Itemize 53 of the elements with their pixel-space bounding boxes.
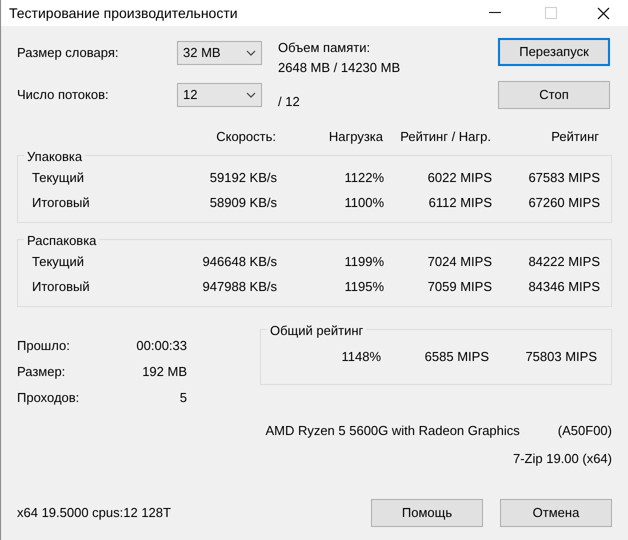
rating-value: 67583 MIPS — [527, 169, 600, 188]
stat-value: 00:00:33 — [136, 336, 187, 355]
rating-per-load-value: 6112 MIPS — [428, 194, 492, 212]
chevron-icon — [246, 50, 256, 56]
speed-value: 58909 KB/s — [208, 194, 277, 212]
rating-per-load-value: 6585 MIPS — [424, 348, 489, 366]
cpu-name: AMD Ryzen 5 5600G with Radeon Graphics — [265, 422, 520, 440]
close-icon[interactable] — [597, 6, 610, 20]
dropdown[interactable]: 32 MB — [177, 41, 262, 65]
speed-value: 59192 KB/s — [208, 169, 277, 188]
dialog-button[interactable]: Отмена — [500, 498, 612, 526]
column-header: Скорость: — [215, 128, 276, 146]
load-value: 1100% — [343, 194, 384, 212]
stat-value: 5 — [180, 388, 187, 407]
column-header: Рейтинг / Нагр. — [399, 128, 491, 146]
stat-label: Проходов: — [17, 388, 80, 407]
load-value: 1195% — [343, 278, 384, 296]
setting-label: Число потоков: — [17, 86, 110, 104]
speed-value: 946648 KB/s — [202, 253, 277, 272]
cpu-id: (A50F00) — [558, 422, 612, 440]
dropdown[interactable]: 12 — [177, 83, 262, 107]
chevron-icon — [246, 92, 256, 98]
column-header: Рейтинг — [550, 128, 599, 146]
load-value: 1122% — [343, 169, 384, 188]
rating-value: 67260 MIPS — [527, 194, 600, 212]
rating-value: 84222 MIPS — [527, 253, 600, 272]
window-title: Тестирование производительности — [9, 4, 238, 23]
row-label: Итоговый — [32, 278, 91, 296]
rating-per-load-value: 6022 MIPS — [426, 169, 492, 188]
stat-value: 192 MB — [142, 362, 187, 381]
load-value: 1148% — [340, 348, 381, 366]
column-header: Нагрузка — [328, 128, 383, 146]
memory-value: 2648 MB / 14230 MB — [278, 58, 402, 76]
rating-value: 84346 MIPS — [527, 278, 600, 296]
row-label: Итоговый — [32, 194, 91, 212]
footer-text: x64 19.5000 cpus:12 128T — [17, 504, 171, 522]
minimize-icon[interactable] — [489, 12, 501, 14]
dialog-button[interactable]: Помощь — [371, 498, 483, 526]
row-label: Текущий — [32, 253, 85, 272]
stat-label: Размер: — [17, 362, 66, 381]
load-value: 1199% — [343, 253, 384, 272]
version-text: 7-Zip 19.00 (x64) — [513, 450, 612, 468]
dialog-button[interactable]: Стоп — [498, 81, 610, 109]
rating-per-load-value: 7024 MIPS — [426, 253, 492, 272]
setting-label: Размер словаря: — [17, 44, 120, 62]
threads-total: / 12 — [278, 93, 301, 111]
speed-value: 947988 KB/s — [202, 278, 277, 296]
rating-per-load-value: 7059 MIPS — [426, 278, 492, 296]
dialog-button[interactable]: Перезапуск — [498, 38, 610, 66]
stat-label: Прошло: — [17, 336, 70, 355]
rating-value: 75803 MIPS — [524, 348, 597, 366]
memory-label: Объем памяти: — [278, 39, 372, 57]
row-label: Текущий — [32, 169, 85, 188]
